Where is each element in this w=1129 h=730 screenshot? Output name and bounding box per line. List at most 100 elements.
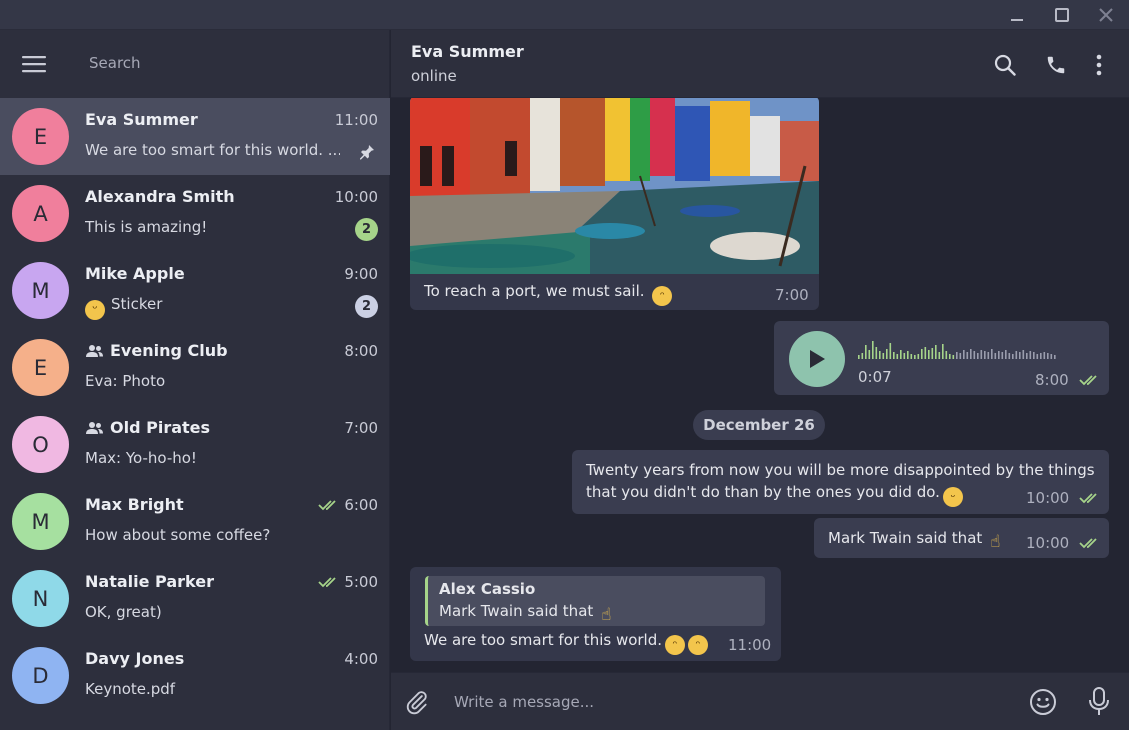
hamburger-icon [22,56,46,73]
chat-name-text: Natalie Parker [85,572,214,591]
voice-message[interactable]: 0:07 8:00 [774,321,1109,395]
nerd-emoji-icon: ᵔ [652,286,673,306]
search-icon [994,54,1016,76]
search-input[interactable] [76,46,372,80]
waveform-bar [896,354,899,359]
chat-item-davy-jones[interactable]: D Davy Jones 4:00 Keynote.pdf [0,637,390,714]
chat-item-natalie-parker[interactable]: N Natalie Parker 5:00 OK, great) [0,560,390,637]
chat-item-max-bright[interactable]: M Max Bright 6:00 How about some coffee? [0,483,390,560]
chat-time: 5:00 [318,573,378,591]
waveform-bar [994,353,997,359]
chat-time-text: 5:00 [344,573,378,591]
message-text: Twenty years from now you will be more d… [586,459,1095,507]
close-window-button[interactable] [1085,0,1127,30]
chat-time-text: 11:00 [334,111,378,129]
message-text-content: We are too smart for this world. [424,631,663,649]
unread-badge: 2 [355,218,378,241]
avatar: D [12,647,69,704]
message-time: 10:00 [1026,489,1101,507]
message-time: 10:00 [1026,534,1101,552]
reply-quote[interactable]: Alex Cassio Mark Twain said that ☝ [425,576,765,626]
waveform-bar [886,349,888,359]
photo-caption-text: To reach a port, we must sail. [424,282,645,300]
waveform-bar [872,341,874,359]
main-menu-button[interactable] [14,48,54,80]
waveform-bar [865,345,867,359]
voice-duration: 0:07 [858,368,892,386]
waveform-bar [1015,351,1018,359]
message-text-content: Mark Twain said that [828,529,983,547]
peer-status: online [411,67,457,85]
message-time-text: 10:00 [1026,534,1070,552]
search-chat-button[interactable] [990,50,1020,80]
chat-time: 11:00 [335,111,378,129]
waveform-bar [938,352,941,359]
chat-time-text: 7:00 [344,419,378,437]
chat-name: Old Pirates [85,418,210,437]
date-separator: December 26 [693,410,825,440]
harbor-photo[interactable] [410,98,819,274]
avatar: E [12,108,69,165]
avatar: N [12,570,69,627]
more-options-button[interactable] [1084,50,1114,80]
attach-button[interactable] [401,686,433,718]
chat-preview: This is amazing! [85,218,208,236]
joy-emoji-icon: ᵔ [688,635,709,655]
microphone-icon [1089,687,1109,715]
outgoing-message[interactable]: Twenty years from now you will be more d… [572,450,1109,514]
chat-preview: ᵕ Sticker [85,295,340,320]
double-check-icon [1079,374,1101,386]
waveform-bar [956,352,958,359]
paperclip-icon [406,691,427,715]
message-input[interactable] [443,685,1003,719]
waveform-bar [984,351,986,359]
chat-time-text: 4:00 [344,650,378,668]
phone-icon [1047,56,1065,74]
chat-item-evening-club[interactable]: E Evening Club 8:00 Eva: Photo [0,329,390,406]
window-titlebar [0,0,1129,30]
waveform-bar [935,345,937,359]
play-button[interactable] [789,331,845,387]
waveform-bar [987,352,990,359]
incoming-reply-message[interactable]: Alex Cassio Mark Twain said that ☝ We are… [410,567,781,661]
chat-item-alexandra-smith[interactable]: A Alexandra Smith 10:00 This is amazing!… [0,175,390,252]
message-composer [391,672,1129,730]
chat-item-eva-summer[interactable]: E Eva Summer 11:00 We are too smart for … [0,98,390,175]
waveform-bar [998,351,1000,359]
avatar: M [12,262,69,319]
emoji-button[interactable] [1027,686,1059,718]
call-button[interactable] [1041,50,1071,80]
waveform-bar [914,355,916,359]
waveform-bar [1026,353,1028,359]
peer-name[interactable]: Eva Summer [411,42,524,61]
waveform-bar [875,347,878,359]
waveform-bar [949,354,951,359]
message-time-text: 8:00 [1035,371,1069,389]
pointing-up-emoji-icon: ☝ [990,532,1001,552]
waveform-bar [1047,353,1049,359]
waveform-bar [1019,352,1021,359]
thinking-emoji-icon: ᵕ [942,487,963,507]
waveform-bar [945,351,948,359]
rofl-emoji-icon: ᵔ [665,635,686,655]
minimize-button[interactable] [996,0,1038,30]
outgoing-message[interactable]: Mark Twain said that ☝ 10:00 [814,518,1109,558]
chat-name: Max Bright [85,495,184,514]
group-icon [85,344,104,358]
chat-name-text: Old Pirates [110,418,211,437]
waveform-bar [879,351,881,359]
group-icon [85,421,104,435]
chat-item-mike-apple[interactable]: M Mike Apple 9:00 ᵕ Sticker 2 [0,252,390,329]
waveform-bar [868,350,871,359]
voice-record-button[interactable] [1083,686,1115,718]
chat-time-text: 10:00 [334,188,378,206]
waveform-bar [1040,353,1042,359]
chat-name: Eva Summer [85,110,198,129]
chat-name-text: Davy Jones [85,649,185,668]
chat-item-old-pirates[interactable]: O Old Pirates 7:00 Max: Yo-ho-ho! [0,406,390,483]
photo-message[interactable]: To reach a port, we must sail. ᵔ 7:00 [410,98,819,310]
waveform-bar [1033,352,1035,359]
chat-time-text: 6:00 [344,496,378,514]
maximize-button[interactable] [1041,0,1083,30]
waveform-bar [1029,351,1032,359]
